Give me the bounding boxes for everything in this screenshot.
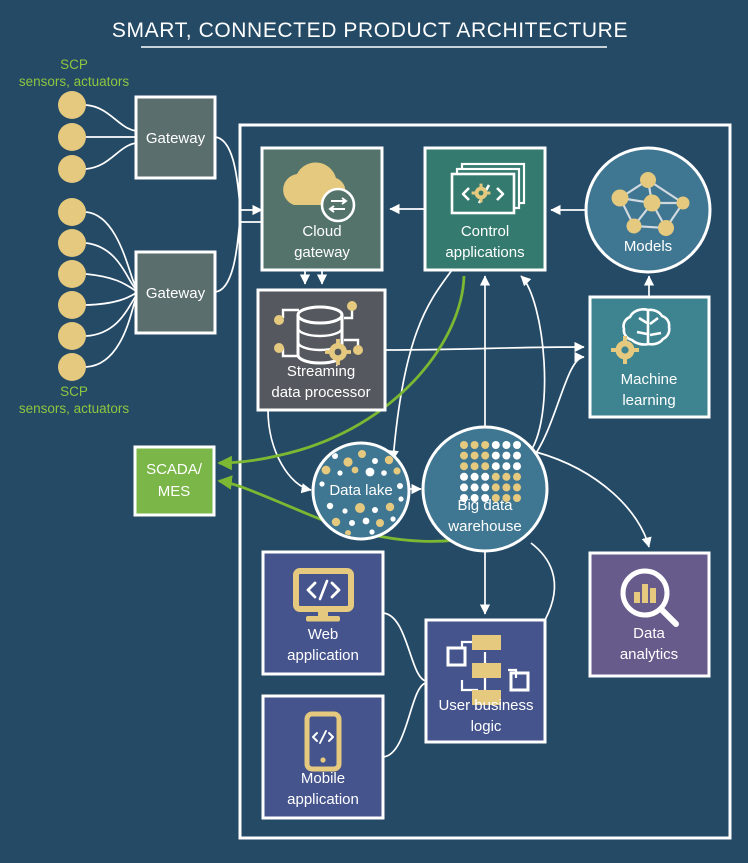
node-label: Models [624, 238, 672, 255]
node-label: application [287, 791, 359, 808]
dot-grid-cell [470, 472, 479, 481]
dot-grid-cell [470, 483, 479, 492]
dot-grid-cell [502, 451, 511, 460]
dot-grid-cell [481, 472, 490, 481]
sensor-node [58, 91, 86, 119]
sensor-node [58, 260, 86, 288]
svg-text:sensors, actuators: sensors, actuators [19, 401, 130, 416]
dot-grid-cell [513, 462, 521, 471]
svg-text:sensors, actuators: sensors, actuators [19, 74, 130, 89]
node-mobile-application[interactable]: Mobile application [261, 694, 385, 820]
dot-grid-cell [491, 483, 500, 492]
sensor-group-top [58, 91, 86, 183]
dot-grid-cell [460, 451, 468, 460]
node-label: logic [471, 718, 502, 735]
dot-grid-cell [460, 462, 468, 471]
dot-grid-cell [481, 483, 490, 492]
sensor-node [58, 123, 86, 151]
dot-grid-cell [513, 483, 521, 492]
dot-grid-cell [502, 441, 511, 449]
dot-grid-cell [460, 483, 468, 492]
node-label: MES [158, 483, 191, 500]
node-cloud-gateway[interactable]: Cloud gateway [260, 146, 384, 272]
sensor-node [58, 353, 86, 381]
node-label: applications [445, 244, 524, 261]
node-label: Data lake [329, 482, 392, 499]
gateway-to-platform-links [214, 136, 241, 293]
sensor-group-bottom [58, 198, 86, 381]
svg-text:SCP: SCP [60, 57, 88, 72]
dot-grid-cell [481, 441, 490, 449]
code-windows-icon [450, 162, 526, 215]
sensor-node [58, 322, 86, 350]
node-gateway-top[interactable]: Gateway [134, 95, 217, 180]
diagram-canvas: SMART, CONNECTED PRODUCT ARCHITECTURE SC… [0, 0, 748, 863]
node-label: Machine [621, 371, 678, 388]
node-label: learning [622, 392, 675, 409]
node-label: gateway [294, 244, 350, 261]
dot-grid-cell [502, 472, 511, 481]
node-label: Gateway [146, 130, 206, 147]
node-machine-learning[interactable]: Machine learning [588, 295, 711, 419]
dot-grid-cell [470, 451, 479, 460]
node-label: Big data [457, 497, 513, 514]
diagram-svg: SMART, CONNECTED PRODUCT ARCHITECTURE SC… [19, 19, 732, 840]
sensor-node [58, 155, 86, 183]
node-control-applications[interactable]: Control applications [423, 146, 547, 272]
node-data-lake[interactable]: Data lake [311, 441, 411, 541]
node-big-data-warehouse[interactable]: Big data warehouse [421, 425, 549, 553]
node-label: application [287, 647, 359, 664]
node-models[interactable]: Models [584, 146, 712, 274]
node-label: User business [438, 697, 533, 714]
scp-bottom-label: SCP sensors, actuators [19, 384, 130, 416]
dot-grid-cell [513, 451, 521, 460]
dot-grid-cell [491, 441, 500, 449]
node-data-analytics[interactable]: Data analytics [588, 551, 711, 678]
node-gateway-bottom[interactable]: Gateway [134, 250, 217, 335]
sensor-links [85, 104, 137, 368]
dot-grid-cell [491, 472, 500, 481]
dot-grid-cell [502, 483, 511, 492]
dot-grid-cell [470, 441, 479, 449]
scp-top-label: SCP sensors, actuators [19, 57, 130, 89]
node-web-application[interactable]: Web application [261, 550, 385, 676]
node-scada-mes[interactable]: SCADA/ MES [133, 445, 216, 517]
node-label: Web [308, 626, 339, 643]
node-user-business-logic[interactable]: User business logic [424, 618, 547, 744]
dot-grid-cell [460, 441, 468, 449]
sensor-node [58, 229, 86, 257]
dot-grid-cell [460, 472, 468, 481]
node-label: Mobile [301, 770, 345, 787]
node-label: SCADA/ [146, 461, 203, 478]
dot-grid-cell [513, 441, 521, 449]
dot-grid-cell [481, 462, 490, 471]
dot-grid-cell [513, 494, 521, 502]
dot-grid-cell [491, 462, 500, 471]
dot-grid-cell [470, 462, 479, 471]
page-title-group: SMART, CONNECTED PRODUCT ARCHITECTURE [112, 19, 628, 48]
node-label: Data [633, 625, 665, 642]
sensor-node [58, 198, 86, 226]
dot-grid-cell [481, 451, 490, 460]
node-label: Streaming [287, 363, 355, 380]
node-label: warehouse [447, 518, 521, 535]
node-label: analytics [620, 646, 678, 663]
page-title: SMART, CONNECTED PRODUCT ARCHITECTURE [112, 19, 628, 42]
node-label: Control [461, 223, 509, 240]
node-streaming-data-processor[interactable]: Streaming data processor [256, 288, 387, 412]
node-label: Gateway [146, 285, 206, 302]
node-label: data processor [271, 384, 370, 401]
sensor-node [58, 291, 86, 319]
svg-text:SCP: SCP [60, 384, 88, 399]
dot-grid-cell [491, 451, 500, 460]
dot-grid-cell [502, 462, 511, 471]
dot-grid-cell [513, 472, 521, 481]
node-label: Cloud [302, 223, 341, 240]
